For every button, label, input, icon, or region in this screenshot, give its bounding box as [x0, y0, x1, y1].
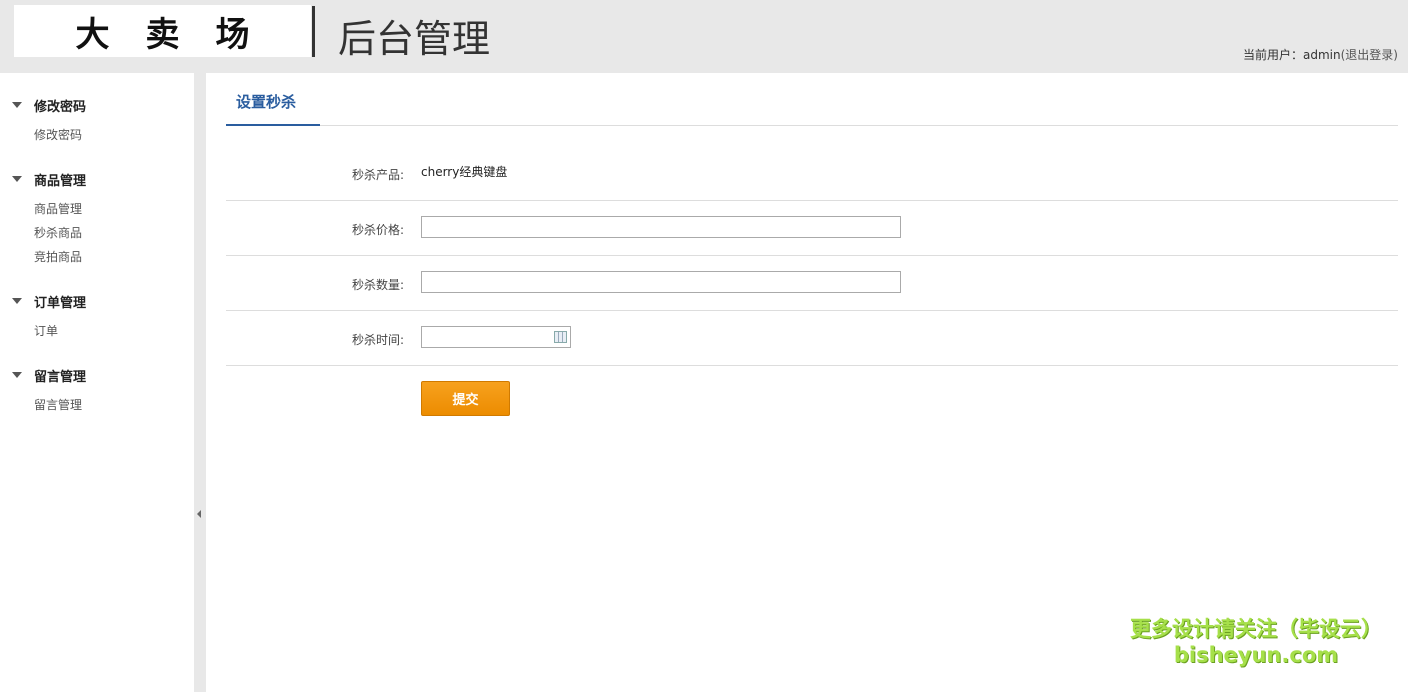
quantity-input[interactable]: [421, 271, 901, 293]
menu-group-header-orders[interactable]: 订单管理: [12, 291, 194, 311]
form-row-submit: 提交: [226, 366, 1398, 421]
sidebar-item-product-management[interactable]: 商品管理: [34, 197, 194, 221]
collapse-arrow-icon[interactable]: [197, 510, 201, 518]
form-row-time: 秒杀时间:: [226, 311, 1398, 366]
user-name: admin: [1303, 48, 1341, 62]
quantity-label: 秒杀数量:: [351, 278, 404, 292]
sidebar-item-messages[interactable]: 留言管理: [34, 393, 194, 417]
menu-group-orders: 订单管理 订单: [12, 291, 194, 343]
product-label: 秒杀产品:: [351, 168, 404, 182]
menu-group-header-messages[interactable]: 留言管理: [12, 365, 194, 385]
tab-bar: 设置秒杀: [226, 73, 1398, 126]
chevron-down-icon: [12, 102, 22, 108]
menu-group-title: 留言管理: [34, 369, 87, 385]
calendar-icon[interactable]: [554, 331, 567, 343]
menu-group-password: 修改密码 修改密码: [12, 95, 194, 147]
price-input[interactable]: [421, 216, 901, 238]
watermark-line1: 更多设计请关注（毕设云）: [1130, 617, 1382, 641]
sidebar-item-auction-products[interactable]: 竞拍商品: [34, 245, 194, 269]
menu-group-products: 商品管理 商品管理 秒杀商品 竞拍商品: [12, 169, 194, 269]
product-value: cherry经典键盘: [421, 165, 508, 179]
sidebar-item-flash-sale-products[interactable]: 秒杀商品: [34, 221, 194, 245]
menu-group-title: 商品管理: [34, 173, 87, 189]
menu-group-title: 修改密码: [34, 99, 87, 115]
tab-flash-sale-settings[interactable]: 设置秒杀: [226, 91, 320, 126]
time-date-input[interactable]: [421, 326, 571, 348]
form-row-product: 秒杀产品: cherry经典键盘: [226, 146, 1398, 201]
menu-group-title: 订单管理: [34, 295, 87, 311]
chevron-down-icon: [12, 372, 22, 378]
logout-link[interactable]: (退出登录): [1341, 48, 1398, 62]
form-row-price: 秒杀价格:: [226, 201, 1398, 256]
logo-text: 大卖场: [75, 14, 286, 55]
chevron-down-icon: [12, 298, 22, 304]
flash-sale-form: 秒杀产品: cherry经典键盘 秒杀价格: 秒杀数量: 秒杀时间: 提交: [226, 146, 1398, 421]
watermark-line2: bisheyun.com: [1173, 643, 1339, 667]
user-label: 当前用户：: [1243, 48, 1304, 62]
sidebar-item-change-password[interactable]: 修改密码: [34, 123, 194, 147]
main-content: 设置秒杀 秒杀产品: cherry经典键盘 秒杀价格: 秒杀数量: 秒杀时间: …: [206, 73, 1408, 692]
menu-group-header-password[interactable]: 修改密码: [12, 95, 194, 115]
sidebar-splitter[interactable]: [194, 73, 206, 692]
sidebar-item-orders[interactable]: 订单: [34, 319, 194, 343]
user-info: 当前用户：admin(退出登录): [1243, 46, 1398, 63]
menu-group-messages: 留言管理 留言管理: [12, 365, 194, 417]
menu-group-header-products[interactable]: 商品管理: [12, 169, 194, 189]
form-row-quantity: 秒杀数量:: [226, 256, 1398, 311]
price-label: 秒杀价格:: [351, 223, 404, 237]
header: 大卖场 后台管理 当前用户：admin(退出登录): [0, 0, 1408, 73]
time-label: 秒杀时间:: [351, 333, 404, 347]
sidebar: 修改密码 修改密码 商品管理 商品管理 秒杀商品 竞拍商品 订单管理 订单 留言…: [0, 73, 194, 692]
chevron-down-icon: [12, 176, 22, 182]
submit-button[interactable]: 提交: [421, 381, 510, 416]
page-title: 后台管理: [338, 17, 491, 61]
watermark: 更多设计请关注（毕设云） bisheyun.com: [1126, 616, 1386, 668]
logo: 大卖场: [14, 5, 311, 57]
logo-divider: [312, 6, 315, 57]
